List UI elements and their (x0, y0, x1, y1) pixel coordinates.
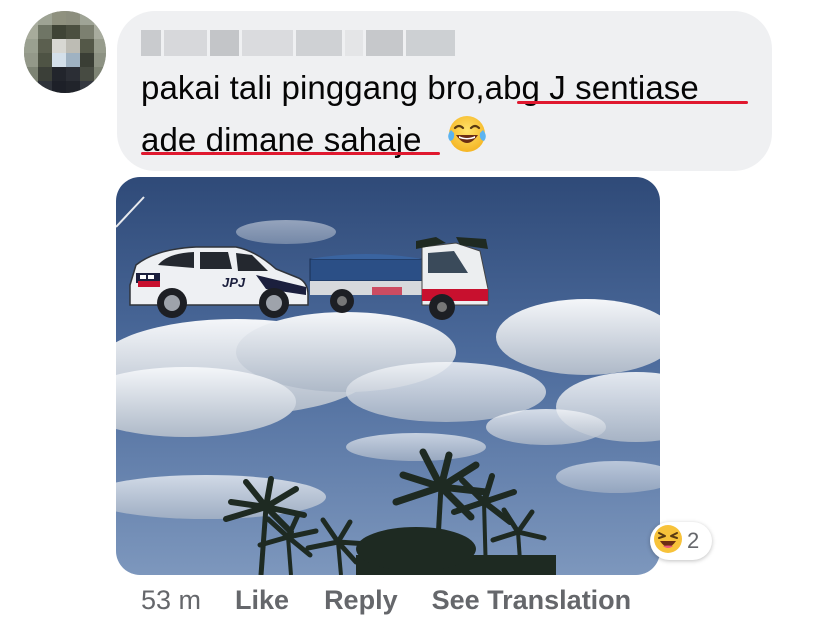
reaction-count: 2 (687, 528, 700, 553)
jpj-label: JPJ (222, 275, 246, 290)
see-translation-button[interactable]: See Translation (432, 585, 632, 616)
meme-photo[interactable]: JPJ (116, 177, 660, 575)
avatar[interactable] (24, 11, 106, 93)
red-underline (517, 101, 748, 104)
author-name-blurred[interactable] (141, 30, 455, 56)
comment-actions: 53 m Like Reply See Translation (141, 582, 631, 618)
like-button[interactable]: Like (235, 585, 289, 616)
red-underline (141, 152, 440, 155)
timestamp[interactable]: 53 m (141, 585, 201, 616)
tears-of-joy-emoji-icon (446, 113, 488, 155)
haha-reaction-icon (653, 524, 683, 559)
reply-button[interactable]: Reply (324, 585, 398, 616)
comment-text-plain: pakai tali pinggang bro, (141, 69, 485, 106)
reaction-badge[interactable]: 2 (650, 522, 712, 560)
